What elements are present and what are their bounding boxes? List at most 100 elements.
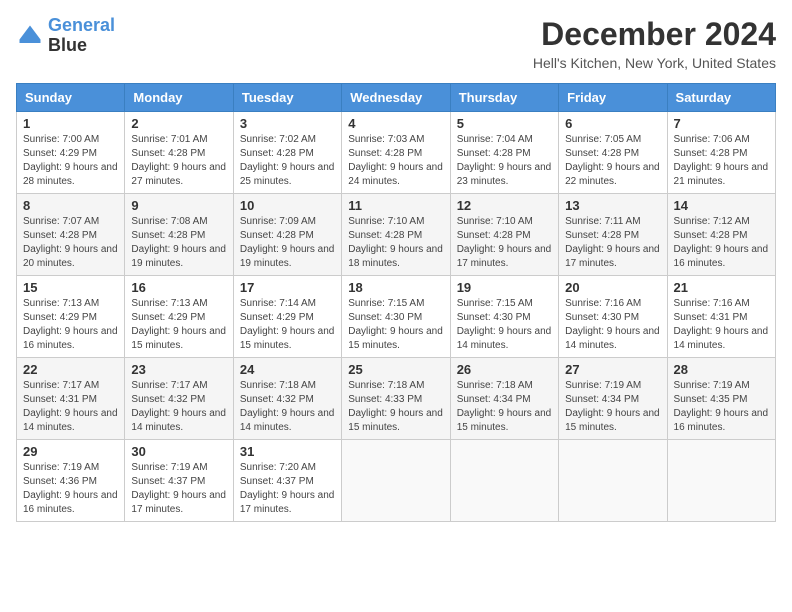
- day-info: Sunrise: 7:19 AMSunset: 4:35 PMDaylight:…: [674, 379, 769, 435]
- header-friday: Friday: [559, 84, 667, 112]
- day-info: Sunrise: 7:17 AMSunset: 4:32 PMDaylight:…: [131, 379, 226, 435]
- day-info: Sunrise: 7:00 AMSunset: 4:29 PMDaylight:…: [23, 133, 118, 189]
- day-info: Sunrise: 7:09 AMSunset: 4:28 PMDaylight:…: [240, 215, 335, 271]
- table-row: 22 Sunrise: 7:17 AMSunset: 4:31 PMDaylig…: [17, 358, 125, 440]
- table-row: [667, 440, 775, 522]
- table-row: 12 Sunrise: 7:10 AMSunset: 4:28 PMDaylig…: [450, 194, 558, 276]
- day-number: 9: [131, 198, 226, 213]
- day-info: Sunrise: 7:06 AMSunset: 4:28 PMDaylight:…: [674, 133, 769, 189]
- header-thursday: Thursday: [450, 84, 558, 112]
- day-number: 25: [348, 362, 443, 377]
- table-row: 19 Sunrise: 7:15 AMSunset: 4:30 PMDaylig…: [450, 276, 558, 358]
- table-row: 5 Sunrise: 7:04 AMSunset: 4:28 PMDayligh…: [450, 112, 558, 194]
- day-info: Sunrise: 7:07 AMSunset: 4:28 PMDaylight:…: [23, 215, 118, 271]
- day-number: 12: [457, 198, 552, 213]
- day-number: 2: [131, 116, 226, 131]
- location-subtitle: Hell's Kitchen, New York, United States: [533, 55, 776, 71]
- table-row: 14 Sunrise: 7:12 AMSunset: 4:28 PMDaylig…: [667, 194, 775, 276]
- table-row: 15 Sunrise: 7:13 AMSunset: 4:29 PMDaylig…: [17, 276, 125, 358]
- calendar-week-row: 8 Sunrise: 7:07 AMSunset: 4:28 PMDayligh…: [17, 194, 776, 276]
- table-row: 3 Sunrise: 7:02 AMSunset: 4:28 PMDayligh…: [233, 112, 341, 194]
- title-area: December 2024 Hell's Kitchen, New York, …: [533, 16, 776, 71]
- day-number: 11: [348, 198, 443, 213]
- day-info: Sunrise: 7:15 AMSunset: 4:30 PMDaylight:…: [348, 297, 443, 353]
- day-number: 30: [131, 444, 226, 459]
- day-info: Sunrise: 7:01 AMSunset: 4:28 PMDaylight:…: [131, 133, 226, 189]
- table-row: 4 Sunrise: 7:03 AMSunset: 4:28 PMDayligh…: [342, 112, 450, 194]
- calendar-week-row: 29 Sunrise: 7:19 AMSunset: 4:36 PMDaylig…: [17, 440, 776, 522]
- day-number: 16: [131, 280, 226, 295]
- table-row: 30 Sunrise: 7:19 AMSunset: 4:37 PMDaylig…: [125, 440, 233, 522]
- day-number: 19: [457, 280, 552, 295]
- day-number: 4: [348, 116, 443, 131]
- header-sunday: Sunday: [17, 84, 125, 112]
- day-info: Sunrise: 7:13 AMSunset: 4:29 PMDaylight:…: [131, 297, 226, 353]
- day-info: Sunrise: 7:02 AMSunset: 4:28 PMDaylight:…: [240, 133, 335, 189]
- table-row: 29 Sunrise: 7:19 AMSunset: 4:36 PMDaylig…: [17, 440, 125, 522]
- calendar-week-row: 15 Sunrise: 7:13 AMSunset: 4:29 PMDaylig…: [17, 276, 776, 358]
- table-row: 1 Sunrise: 7:00 AMSunset: 4:29 PMDayligh…: [17, 112, 125, 194]
- page-header: GeneralBlue December 2024 Hell's Kitchen…: [16, 16, 776, 71]
- day-info: Sunrise: 7:14 AMSunset: 4:29 PMDaylight:…: [240, 297, 335, 353]
- day-number: 24: [240, 362, 335, 377]
- day-number: 23: [131, 362, 226, 377]
- calendar-week-row: 22 Sunrise: 7:17 AMSunset: 4:31 PMDaylig…: [17, 358, 776, 440]
- table-row: 25 Sunrise: 7:18 AMSunset: 4:33 PMDaylig…: [342, 358, 450, 440]
- table-row: [450, 440, 558, 522]
- day-info: Sunrise: 7:18 AMSunset: 4:32 PMDaylight:…: [240, 379, 335, 435]
- header-tuesday: Tuesday: [233, 84, 341, 112]
- table-row: 20 Sunrise: 7:16 AMSunset: 4:30 PMDaylig…: [559, 276, 667, 358]
- month-title: December 2024: [533, 16, 776, 53]
- header-wednesday: Wednesday: [342, 84, 450, 112]
- table-row: [559, 440, 667, 522]
- table-row: 13 Sunrise: 7:11 AMSunset: 4:28 PMDaylig…: [559, 194, 667, 276]
- day-number: 3: [240, 116, 335, 131]
- table-row: 27 Sunrise: 7:19 AMSunset: 4:34 PMDaylig…: [559, 358, 667, 440]
- table-row: 2 Sunrise: 7:01 AMSunset: 4:28 PMDayligh…: [125, 112, 233, 194]
- day-number: 26: [457, 362, 552, 377]
- day-number: 6: [565, 116, 660, 131]
- table-row: 26 Sunrise: 7:18 AMSunset: 4:34 PMDaylig…: [450, 358, 558, 440]
- day-info: Sunrise: 7:11 AMSunset: 4:28 PMDaylight:…: [565, 215, 660, 271]
- table-row: 10 Sunrise: 7:09 AMSunset: 4:28 PMDaylig…: [233, 194, 341, 276]
- day-number: 27: [565, 362, 660, 377]
- day-info: Sunrise: 7:04 AMSunset: 4:28 PMDaylight:…: [457, 133, 552, 189]
- day-info: Sunrise: 7:08 AMSunset: 4:28 PMDaylight:…: [131, 215, 226, 271]
- day-number: 17: [240, 280, 335, 295]
- day-number: 18: [348, 280, 443, 295]
- day-info: Sunrise: 7:19 AMSunset: 4:37 PMDaylight:…: [131, 461, 226, 517]
- table-row: 23 Sunrise: 7:17 AMSunset: 4:32 PMDaylig…: [125, 358, 233, 440]
- day-number: 7: [674, 116, 769, 131]
- day-number: 14: [674, 198, 769, 213]
- day-number: 21: [674, 280, 769, 295]
- table-row: 21 Sunrise: 7:16 AMSunset: 4:31 PMDaylig…: [667, 276, 775, 358]
- day-info: Sunrise: 7:18 AMSunset: 4:34 PMDaylight:…: [457, 379, 552, 435]
- calendar-week-row: 1 Sunrise: 7:00 AMSunset: 4:29 PMDayligh…: [17, 112, 776, 194]
- day-info: Sunrise: 7:03 AMSunset: 4:28 PMDaylight:…: [348, 133, 443, 189]
- table-row: 11 Sunrise: 7:10 AMSunset: 4:28 PMDaylig…: [342, 194, 450, 276]
- logo-icon: [16, 22, 44, 50]
- table-row: 6 Sunrise: 7:05 AMSunset: 4:28 PMDayligh…: [559, 112, 667, 194]
- day-info: Sunrise: 7:16 AMSunset: 4:30 PMDaylight:…: [565, 297, 660, 353]
- calendar-table: Sunday Monday Tuesday Wednesday Thursday…: [16, 83, 776, 522]
- day-number: 10: [240, 198, 335, 213]
- day-number: 13: [565, 198, 660, 213]
- logo-text: GeneralBlue: [48, 16, 115, 56]
- table-row: 17 Sunrise: 7:14 AMSunset: 4:29 PMDaylig…: [233, 276, 341, 358]
- day-number: 22: [23, 362, 118, 377]
- table-row: 7 Sunrise: 7:06 AMSunset: 4:28 PMDayligh…: [667, 112, 775, 194]
- day-info: Sunrise: 7:17 AMSunset: 4:31 PMDaylight:…: [23, 379, 118, 435]
- day-info: Sunrise: 7:19 AMSunset: 4:36 PMDaylight:…: [23, 461, 118, 517]
- header-monday: Monday: [125, 84, 233, 112]
- day-info: Sunrise: 7:13 AMSunset: 4:29 PMDaylight:…: [23, 297, 118, 353]
- logo: GeneralBlue: [16, 16, 115, 56]
- days-header-row: Sunday Monday Tuesday Wednesday Thursday…: [17, 84, 776, 112]
- day-info: Sunrise: 7:05 AMSunset: 4:28 PMDaylight:…: [565, 133, 660, 189]
- day-number: 29: [23, 444, 118, 459]
- day-number: 31: [240, 444, 335, 459]
- table-row: 31 Sunrise: 7:20 AMSunset: 4:37 PMDaylig…: [233, 440, 341, 522]
- day-info: Sunrise: 7:18 AMSunset: 4:33 PMDaylight:…: [348, 379, 443, 435]
- day-number: 15: [23, 280, 118, 295]
- day-info: Sunrise: 7:15 AMSunset: 4:30 PMDaylight:…: [457, 297, 552, 353]
- day-info: Sunrise: 7:12 AMSunset: 4:28 PMDaylight:…: [674, 215, 769, 271]
